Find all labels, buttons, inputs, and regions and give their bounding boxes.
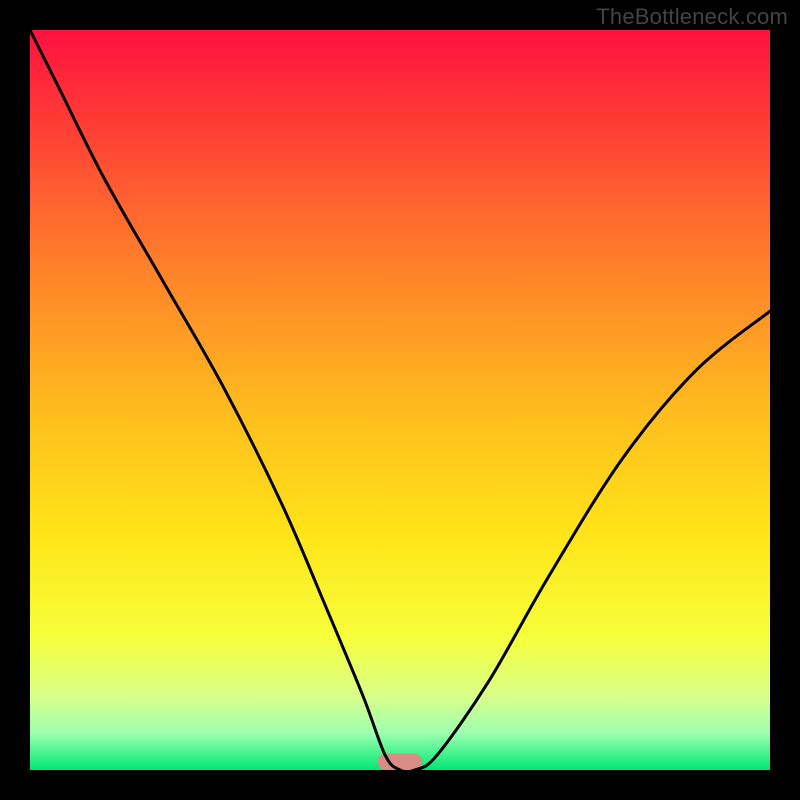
bottleneck-chart <box>0 0 800 800</box>
watermark-text: TheBottleneck.com <box>596 4 788 30</box>
chart-frame: TheBottleneck.com <box>0 0 800 800</box>
plot-background <box>30 30 770 770</box>
